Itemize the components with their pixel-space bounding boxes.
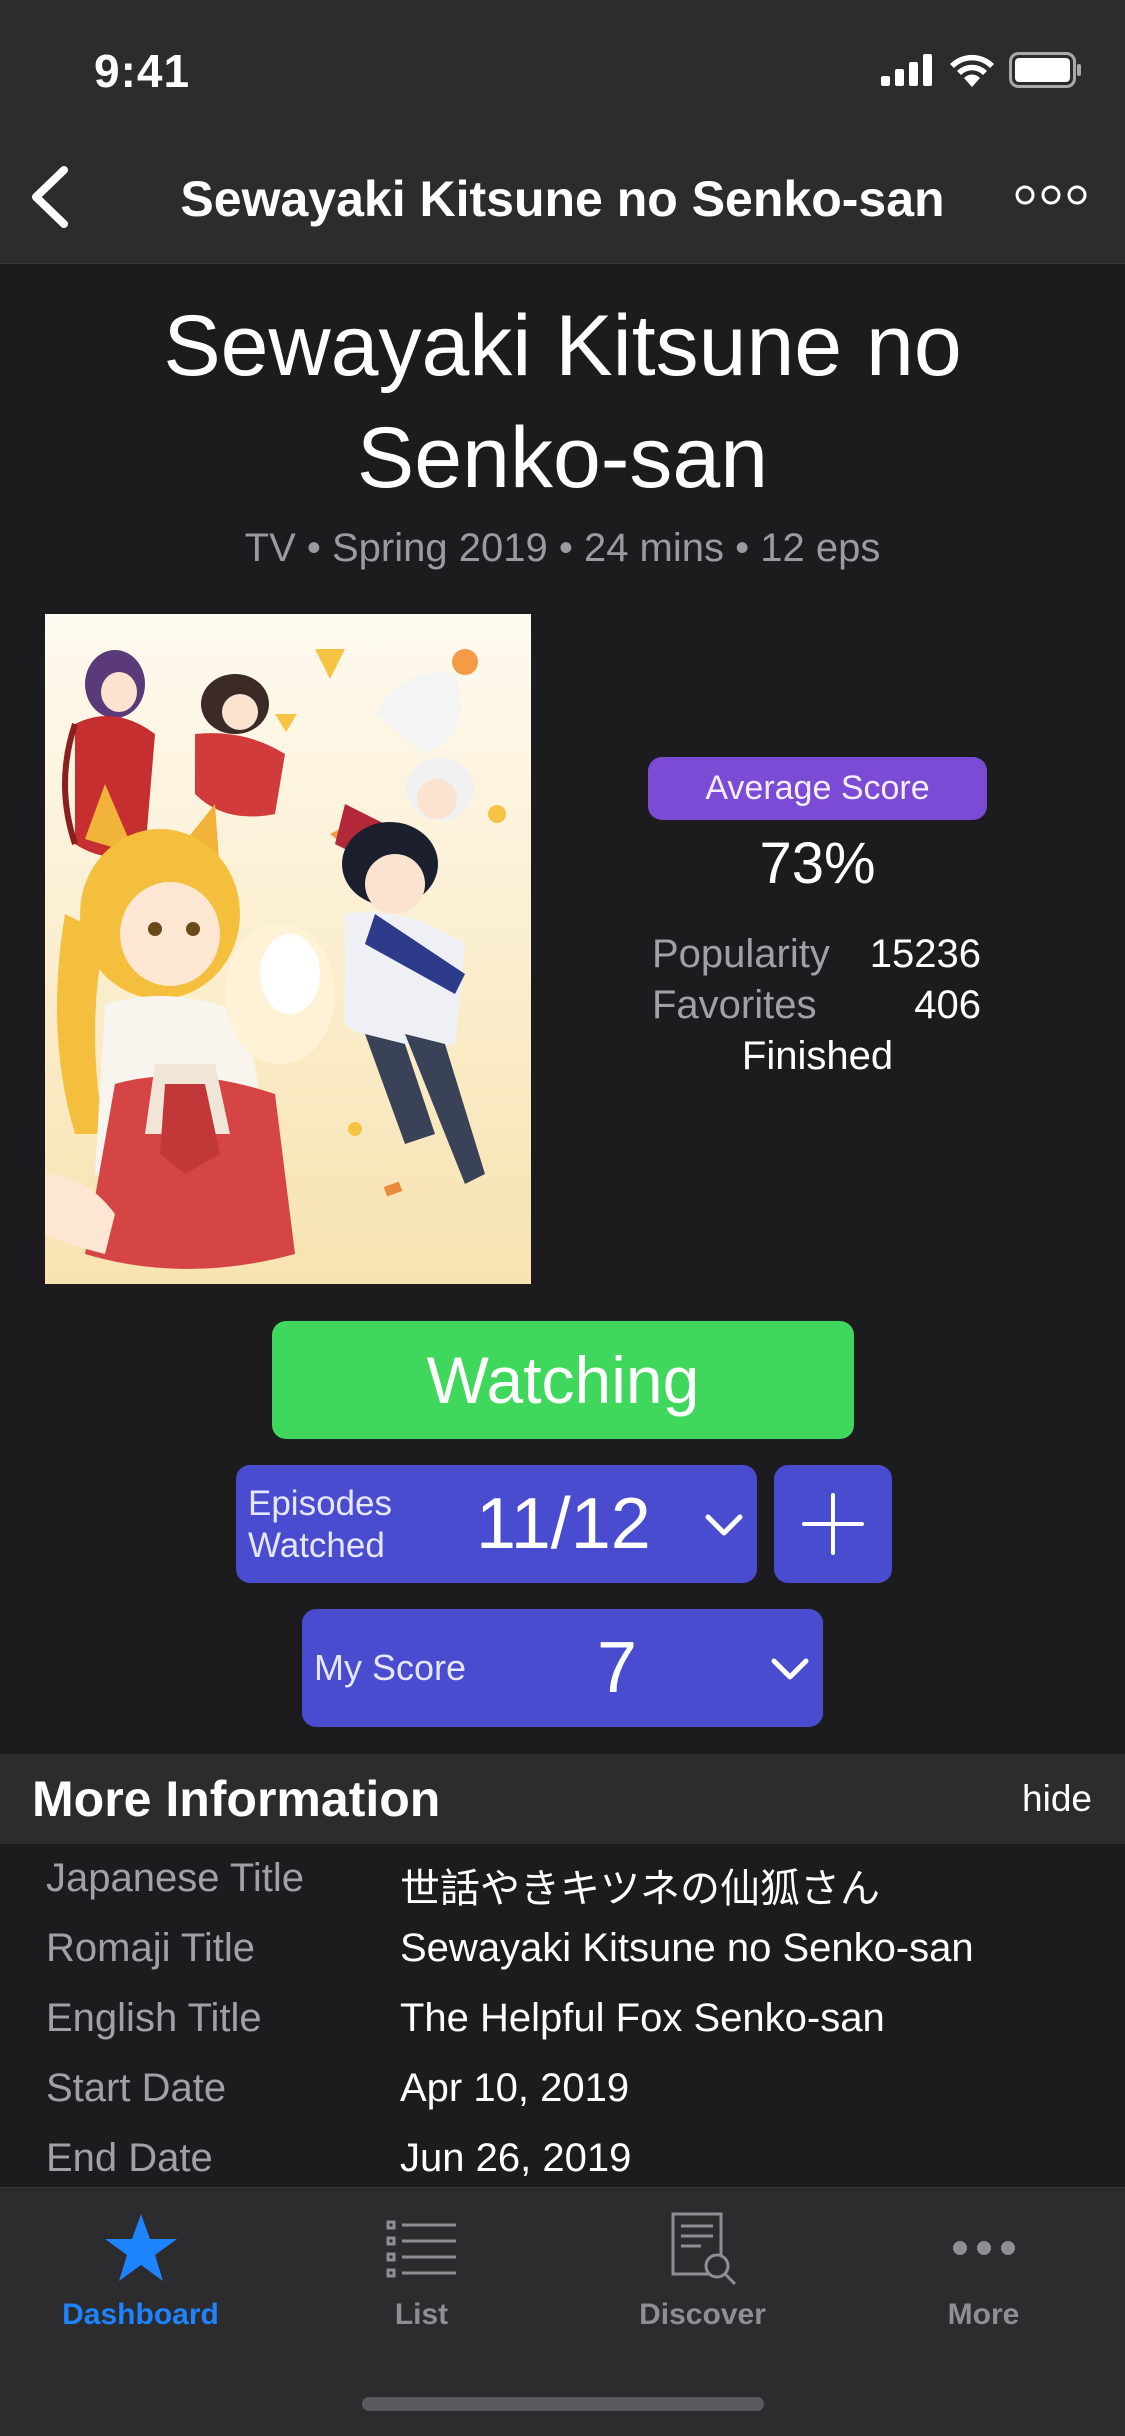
battery-icon <box>1009 52 1081 88</box>
popularity-label: Popularity <box>652 932 830 976</box>
my-score-selector[interactable]: My Score 7 <box>302 1609 823 1727</box>
info-value: Sewayaki Kitsune no Senko-san <box>400 1926 974 1970</box>
plus-icon <box>802 1493 864 1555</box>
more-dots-icon <box>952 2241 1015 2255</box>
info-row-romaji-title: Romaji Title Sewayaki Kitsune no Senko-s… <box>0 1926 1125 1996</box>
my-score-label: My Score <box>314 1647 467 1688</box>
watching-status-button[interactable]: Watching <box>272 1321 854 1439</box>
episodes-watched-selector[interactable]: Episodes Watched 11/12 <box>236 1465 757 1583</box>
info-value: The Helpful Fox Senko-san <box>400 1996 885 2040</box>
tab-label: More <box>947 2298 1020 2331</box>
status-icons <box>881 50 1083 90</box>
tab-list[interactable]: List <box>281 2188 562 2348</box>
tab-label: Discover <box>639 2298 766 2331</box>
chevron-down-icon <box>705 1514 743 1536</box>
increment-episode-button[interactable] <box>774 1465 892 1583</box>
airing-status: Finished <box>741 1034 894 1078</box>
average-score-badge: Average Score <box>648 757 987 820</box>
navigation-bar: Sewayaki Kitsune no Senko-san <box>0 132 1125 264</box>
info-value: Apr 10, 2019 <box>400 2066 630 2110</box>
more-options-icon[interactable] <box>1015 180 1087 210</box>
info-value: Jun 26, 2019 <box>400 2136 632 2180</box>
more-information-title: More Information <box>32 1771 441 1827</box>
chevron-down-icon <box>771 1658 809 1680</box>
info-row-start-date: Start Date Apr 10, 2019 <box>0 2066 1125 2136</box>
info-label: Japanese Title <box>46 1856 304 1900</box>
nav-title: Sewayaki Kitsune no Senko-san <box>180 171 945 227</box>
wifi-icon <box>950 54 994 87</box>
info-label: Romaji Title <box>46 1926 255 1970</box>
episodes-watched-label: Episodes Watched <box>248 1484 392 1565</box>
favorites-label: Favorites <box>652 983 817 1027</box>
info-value: 世話やきキツネの仙狐さん <box>400 1867 880 1911</box>
average-score-value: 73% <box>759 831 876 896</box>
tab-label: Dashboard <box>62 2298 219 2331</box>
status-bar: 9:41 <box>0 0 1125 132</box>
anime-meta: TV • Spring 2019 • 24 mins • 12 eps <box>244 526 881 570</box>
info-row-english-title: English Title The Helpful Fox Senko-san <box>0 1996 1125 2066</box>
tab-more[interactable]: More <box>843 2188 1124 2348</box>
anime-title: Sewayaki Kitsune no Senko-san <box>163 298 962 506</box>
signal-icon <box>881 54 932 86</box>
cover-illustration <box>45 614 531 1284</box>
my-score-value: 7 <box>597 1628 638 1708</box>
favorites-value: 406 <box>914 983 981 1027</box>
info-row-japanese-title: Japanese Title 世話やきキツネの仙狐さん <box>0 1856 1125 1926</box>
cover-image <box>45 614 531 1284</box>
list-icon <box>386 2220 456 2278</box>
tab-label: List <box>394 2298 449 2331</box>
hide-button[interactable]: hide <box>1022 1778 1092 1820</box>
episodes-watched-value: 11/12 <box>476 1484 651 1564</box>
status-time: 9:41 <box>94 45 191 97</box>
info-label: English Title <box>46 1996 262 2040</box>
tab-discover[interactable]: Discover <box>562 2188 843 2348</box>
home-indicator[interactable] <box>362 2397 764 2411</box>
info-label: Start Date <box>46 2066 227 2110</box>
star-icon <box>104 2214 177 2281</box>
tab-dashboard[interactable]: Dashboard <box>0 2188 281 2348</box>
popularity-value: 15236 <box>869 932 981 976</box>
info-label: End Date <box>46 2136 213 2180</box>
discover-icon <box>671 2212 736 2286</box>
more-information-header: More Information hide <box>0 1754 1125 1844</box>
